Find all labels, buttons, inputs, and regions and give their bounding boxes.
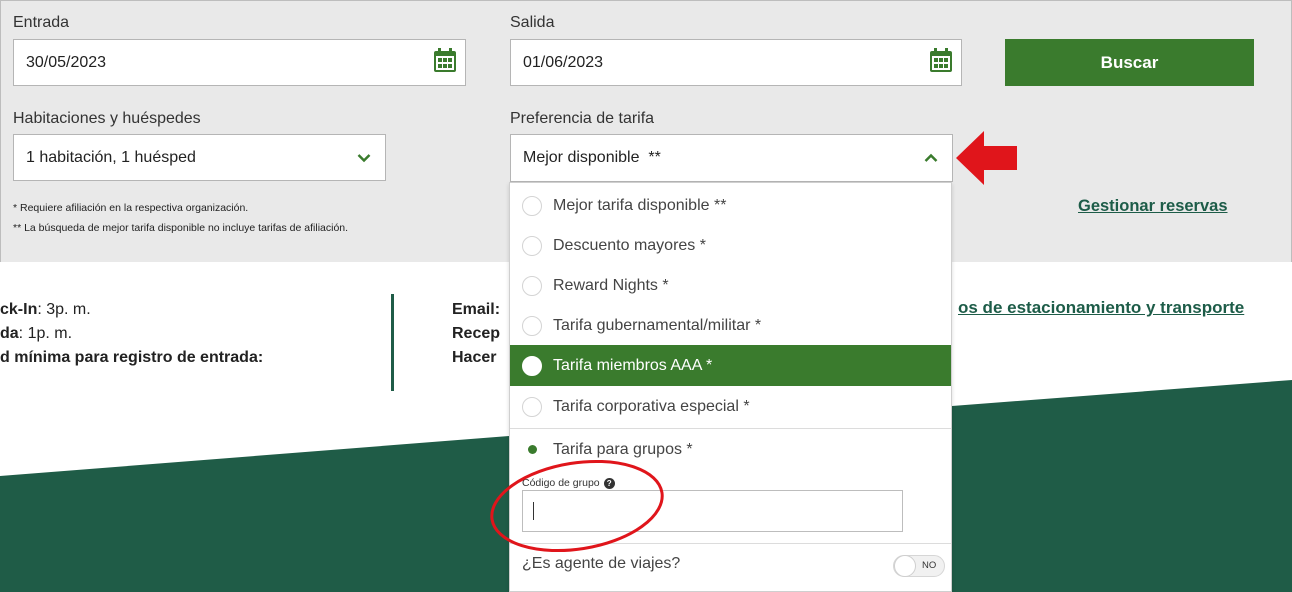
do-label: Hacer: [452, 349, 497, 366]
reception-label: Recep: [452, 325, 501, 342]
radio-button[interactable]: [522, 355, 542, 376]
toggle-label: NO: [922, 560, 937, 571]
radio-button[interactable]: [522, 195, 542, 216]
rate-option-aaa[interactable]: Tarifa miembros AAA *: [510, 345, 951, 386]
rate-option-label: Tarifa para grupos *: [553, 440, 693, 458]
rate-option-label: Tarifa corporativa especial *: [553, 397, 750, 415]
checkout-time-value: : 1p. m.: [18, 325, 73, 342]
email-info: Email:: [452, 298, 500, 322]
radio-button[interactable]: [522, 396, 542, 417]
rate-option-corporate[interactable]: Tarifa corporativa especial *: [510, 386, 951, 427]
reception-info: Recep: [452, 322, 500, 346]
text-cursor: [533, 502, 534, 520]
rate-option-label: Mejor tarifa disponible **: [553, 196, 727, 214]
radio-button[interactable]: [522, 275, 542, 296]
checkin-time-label: ck-In: [0, 301, 38, 318]
radio-button[interactable]: [522, 235, 542, 256]
rate-option-senior[interactable]: Descuento mayores *: [510, 225, 951, 266]
rate-option-label: Reward Nights *: [553, 276, 669, 294]
rate-option-reward-nights[interactable]: Reward Nights *: [510, 265, 951, 306]
help-icon[interactable]: ?: [603, 477, 615, 489]
rate-preference-dropdown: Mejor tarifa disponible ** Descuento may…: [509, 182, 952, 592]
min-age-label: d mínima para registro de entrada:: [0, 349, 264, 366]
dropdown-separator: [510, 543, 951, 544]
travel-agent-toggle[interactable]: NO: [893, 555, 945, 577]
group-code-label: Código de grupo ?: [522, 477, 615, 489]
email-label: Email:: [452, 301, 501, 318]
checkout-time-label: da: [0, 325, 19, 342]
info-divider: [391, 294, 394, 391]
rate-option-label: Tarifa gubernamental/militar *: [553, 316, 762, 334]
radio-button-checked[interactable]: [522, 440, 542, 460]
checkin-time: ck-In: 3p. m.: [0, 298, 91, 322]
checkout-time: da: 1p. m.: [0, 322, 72, 346]
do-info: Hacer: [452, 346, 496, 370]
group-code-label-text: Código de grupo: [522, 477, 600, 489]
rate-option-label: Descuento mayores *: [553, 236, 706, 254]
toggle-knob: [894, 555, 916, 577]
radio-button[interactable]: [522, 315, 542, 336]
checkin-time-value: : 3p. m.: [37, 301, 91, 318]
rate-option-government[interactable]: Tarifa gubernamental/militar *: [510, 305, 951, 346]
rate-option-label: Tarifa miembros AAA *: [553, 356, 713, 374]
rate-option-best[interactable]: Mejor tarifa disponible **: [510, 185, 951, 226]
radio-dot-icon: [527, 445, 537, 454]
rate-option-groups[interactable]: Tarifa para grupos *: [510, 429, 951, 470]
group-code-input[interactable]: [522, 490, 903, 532]
min-age: d mínima para registro de entrada:: [0, 346, 263, 370]
travel-agent-question: ¿Es agente de viajes?: [522, 555, 681, 572]
parking-transport-link[interactable]: os de estacionamiento y transporte: [958, 298, 1244, 318]
